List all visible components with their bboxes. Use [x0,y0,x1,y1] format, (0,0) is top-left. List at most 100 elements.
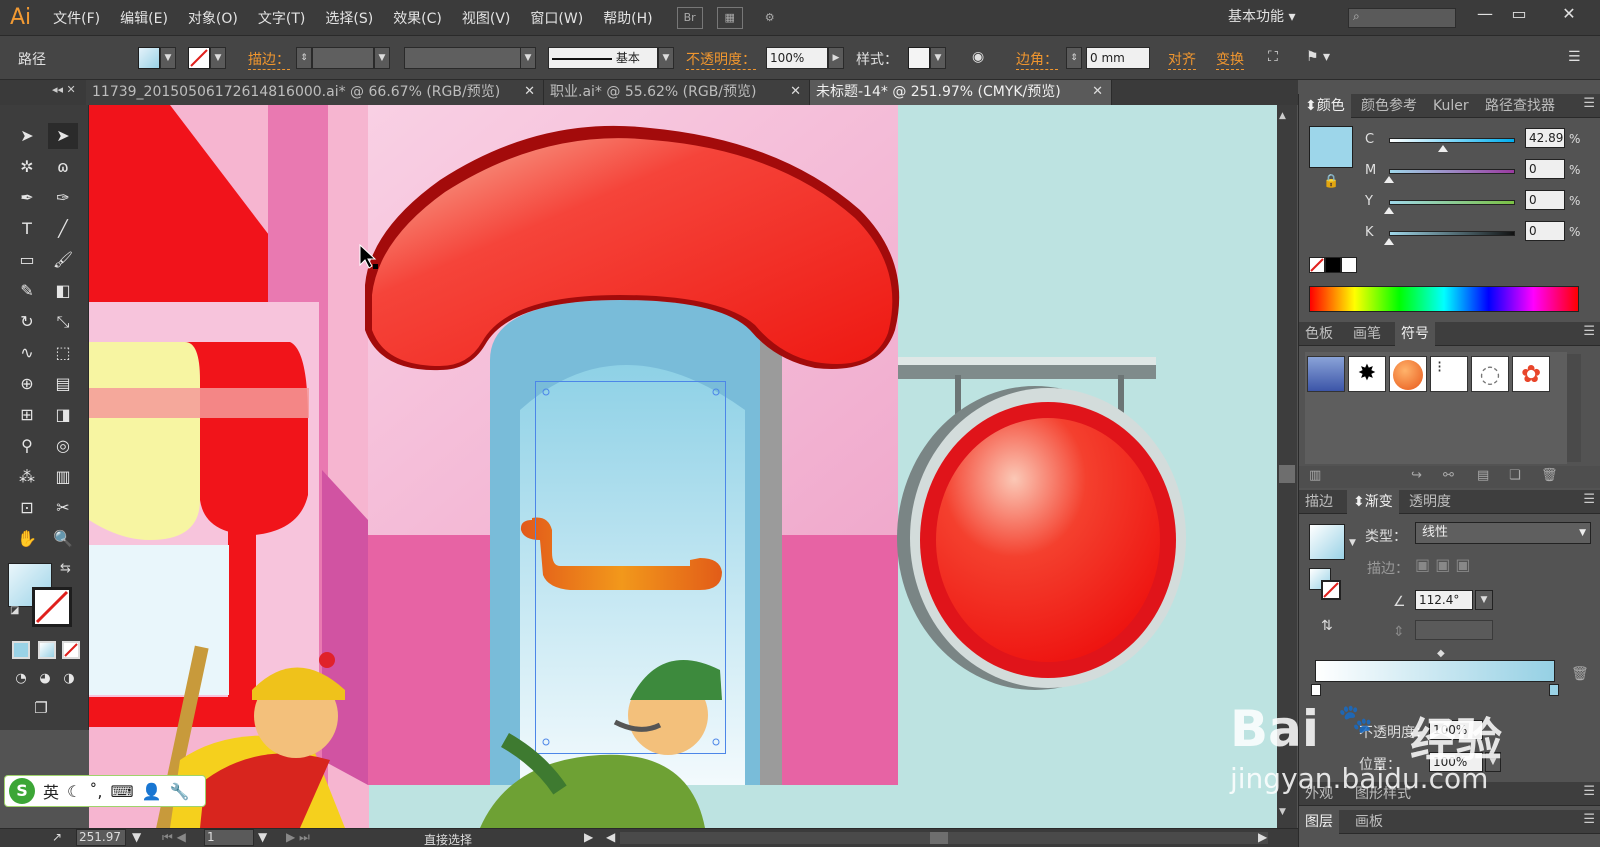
tab-stroke[interactable]: 描边 [1299,490,1339,514]
draw-inside-icon[interactable]: ◑ [54,666,84,692]
menu-edit[interactable]: 编辑(E) [110,8,178,28]
align-label[interactable]: 对齐 [1168,49,1196,70]
ime-toolbar[interactable]: S 英 ☾ ˚, ⌨ 👤 🔧 [4,775,206,807]
opacity-dropdown[interactable]: ▶ [828,47,844,69]
place-symbol-icon[interactable]: ↪ [1411,468,1422,483]
tab-document-3[interactable]: 未标题-14* @ 251.97% (CMYK/预览) ✕ [810,80,1112,105]
scroll-up-icon[interactable]: ▲ [1279,111,1286,121]
menu-type[interactable]: 文字(T) [248,8,315,28]
new-symbol-icon[interactable]: ❏ [1509,468,1521,483]
maximize-button[interactable]: ▭ [1502,4,1536,28]
symbol-options-icon[interactable]: ▤ [1477,468,1489,483]
tab-document-2[interactable]: 职业.ai* @ 55.62% (RGB/预览) ✕ [544,80,810,105]
curvature-tool-icon[interactable]: ✑ [48,185,78,211]
stroke-weight-field[interactable] [312,47,374,69]
user-icon[interactable]: 👤 [142,782,162,801]
tab-close-icon[interactable]: ✕ [524,80,535,104]
zoom-dropdown-icon[interactable]: ▼ [132,830,141,844]
control-menu-icon[interactable]: ☰ [1568,49,1581,65]
scale-tool-icon[interactable]: ⤡ [48,309,78,335]
tab-transparency[interactable]: 透明度 [1403,490,1457,514]
stroke-weight-dropdown[interactable]: ▼ [374,47,390,69]
delete-stop-icon[interactable]: 🗑 [1571,666,1589,682]
gradient-mode-button[interactable] [38,641,56,659]
doc-setup-icon[interactable]: ↗ [52,830,62,844]
panel-menu-icon[interactable]: ☰ [1583,492,1595,507]
corner-stepper[interactable]: ⇕ [1066,47,1082,69]
pen-tool-icon[interactable]: ✒ [12,185,42,211]
direct-selection-tool-icon[interactable]: ➤ [48,123,78,149]
none-mode-button[interactable] [62,641,80,659]
gpu-performance-icon[interactable]: ⚙ [757,7,783,29]
gradient-type-select[interactable]: 线性 ▼ [1415,522,1591,544]
artboard-tool-icon[interactable]: ⊡ [12,495,42,521]
channel-k-value[interactable]: 0 [1525,221,1565,241]
artboard-dropdown-icon[interactable]: ▼ [258,830,267,844]
gradient-slider[interactable] [1315,660,1555,682]
isolate-object-icon[interactable]: ⛶ [1268,49,1278,65]
none-color-swatch[interactable] [1309,257,1325,273]
panel-menu-icon[interactable]: ☰ [1583,812,1595,827]
variable-width-dropdown[interactable]: ▼ [520,47,536,69]
white-swatch[interactable] [1341,257,1357,273]
symbol-flower[interactable]: ✿ [1512,356,1550,392]
channel-m-thumb[interactable] [1384,176,1394,183]
out-of-gamut-icon[interactable]: 🔒 [1323,174,1339,189]
graphic-style-dropdown[interactable]: ▼ [930,47,946,69]
mesh-tool-icon[interactable]: ⊞ [12,402,42,428]
hscroll-thumb[interactable] [930,832,948,844]
panel-menu-icon[interactable]: ☰ [1583,324,1595,339]
opacity-label[interactable]: 不透明度： [686,49,756,70]
free-transform-tool-icon[interactable]: ⬚ [48,340,78,366]
scroll-down-icon[interactable]: ▼ [1279,807,1286,817]
lasso-tool-icon[interactable]: ɷ [48,154,78,180]
tab-swatches[interactable]: 色板 [1299,322,1339,346]
minimize-button[interactable]: — [1468,4,1502,28]
artboard-next-icon[interactable]: ▶ ⏭ [286,830,310,845]
corner-label[interactable]: 边角： [1016,49,1058,70]
hscroll-left-icon[interactable]: ◀ [606,830,615,844]
collapse-tabs-icon[interactable]: ◂◂ ✕ [52,83,76,96]
status-menu-icon[interactable]: ▶ [584,830,593,844]
search-input[interactable]: ⌕ [1348,8,1456,28]
stroke-color-box[interactable] [32,587,72,627]
gradient-preview[interactable] [1309,524,1345,560]
warp-tool-icon[interactable]: ∿ [12,340,42,366]
slice-tool-icon[interactable]: ✂ [48,495,78,521]
gradient-stop-start[interactable] [1311,684,1321,696]
gradient-stop-end[interactable] [1549,684,1559,696]
tab-brushes[interactable]: 画笔 [1347,322,1387,346]
workspace-switcher[interactable]: 基本功能 ▾ [1228,6,1295,26]
delete-symbol-icon[interactable]: 🗑 [1541,468,1558,483]
artboard-field[interactable]: 1 [204,829,254,846]
corner-field[interactable]: 0 mm [1086,47,1150,69]
pencil-tool-icon[interactable]: ✎ [12,278,42,304]
angle-dropdown[interactable]: ▼ [1475,590,1493,610]
moon-icon[interactable]: ☾ [67,782,81,801]
symbol-chain-ring[interactable]: ◌ [1471,356,1509,392]
color-spectrum-bar[interactable] [1309,286,1579,312]
scroll-thumb[interactable] [1279,465,1295,483]
magic-wand-tool-icon[interactable]: ✲ [12,154,42,180]
channel-c-thumb[interactable] [1438,145,1449,152]
stroke-label[interactable]: 描边： [248,49,290,70]
punctuation-icon[interactable]: ˚, [89,782,102,801]
zoom-tool-icon[interactable]: 🔍 [48,526,78,552]
tab-close-icon[interactable]: ✕ [1092,80,1103,104]
tab-pathfinder[interactable]: 路径查找器 [1479,94,1561,118]
menu-file[interactable]: 文件(F) [43,8,110,28]
brush-definition-dropdown[interactable]: ▼ [658,47,674,69]
menu-select[interactable]: 选择(S) [315,8,383,28]
type-tool-icon[interactable]: T [12,216,42,242]
ime-mode-label[interactable]: 英 [43,779,59,803]
eyedropper-tool-icon[interactable]: ⚲ [12,433,42,459]
channel-k-thumb[interactable] [1384,238,1394,245]
tab-layers[interactable]: 图层 [1299,810,1339,834]
channel-k-slider[interactable] [1389,231,1515,236]
channel-c-value[interactable]: 42.89 [1525,128,1565,148]
tab-artboards[interactable]: 画板 [1349,810,1389,834]
menu-window[interactable]: 窗口(W) [520,8,593,28]
tab-document-1[interactable]: 11739_20150506172614816000.ai* @ 66.67% … [86,80,544,105]
panel-options-icon[interactable]: ⚑ ▾ [1306,49,1330,65]
variable-width-profile[interactable] [404,47,524,69]
